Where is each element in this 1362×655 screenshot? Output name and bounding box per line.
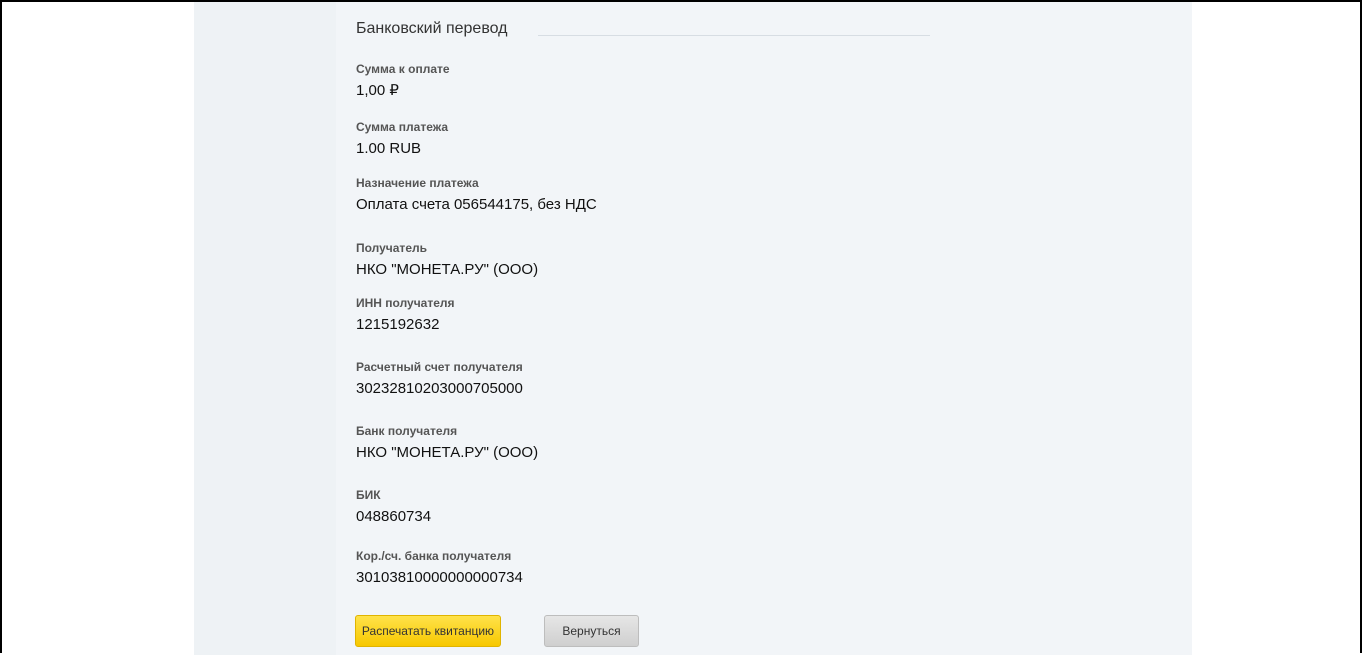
field-label: Назначение платежа (356, 176, 479, 190)
field-value: 1.00 RUB (356, 140, 422, 157)
field-recipient-account: Расчетный счет получателя 30232810203000… (356, 360, 523, 398)
field-recipient: Получатель НКО "МОНЕТА.РУ" (ООО) (356, 241, 538, 279)
field-label: ИНН получателя (356, 296, 455, 310)
print-receipt-button[interactable]: Распечатать квитанцию (355, 615, 501, 647)
browser-frame: Банковский перевод Сумма к оплате 1,00 ₽… (0, 0, 1362, 655)
field-payment-amount: Сумма платежа 1.00 RUB (356, 120, 448, 158)
field-recipient-inn: ИНН получателя 1215192632 (356, 296, 455, 334)
field-value: НКО "МОНЕТА.РУ" (ООО) (356, 444, 539, 461)
field-label: Расчетный счет получателя (356, 360, 523, 374)
field-label: Кор./сч. банка получателя (356, 549, 512, 563)
field-value: 30232810203000705000 (356, 380, 523, 397)
section-divider (538, 35, 930, 36)
field-value: 30103810000000000734 (356, 569, 523, 586)
field-label: Получатель (356, 241, 427, 255)
field-amount-due: Сумма к оплате 1,00 ₽ (356, 62, 450, 100)
field-bik: БИК 048860734 (356, 488, 431, 526)
section-header: Банковский перевод (356, 20, 930, 44)
field-value: 1,00 ₽ (356, 82, 399, 99)
field-label: Сумма платежа (356, 120, 449, 134)
back-button[interactable]: Вернуться (544, 615, 639, 647)
field-value: Оплата счета 056544175, без НДС (356, 196, 597, 213)
field-label: Банк получателя (356, 424, 458, 438)
field-value: 1215192632 (356, 316, 440, 333)
field-label: Сумма к оплате (356, 62, 450, 76)
field-correspondent-account: Кор./сч. банка получателя 30103810000000… (356, 549, 523, 587)
section-title: Банковский перевод (356, 20, 514, 38)
field-value: 048860734 (356, 508, 432, 525)
field-value: НКО "МОНЕТА.РУ" (ООО) (356, 261, 539, 278)
field-label: БИК (356, 488, 381, 502)
field-payment-purpose: Назначение платежа Оплата счета 05654417… (356, 176, 597, 214)
field-recipient-bank: Банк получателя НКО "МОНЕТА.РУ" (ООО) (356, 424, 538, 462)
